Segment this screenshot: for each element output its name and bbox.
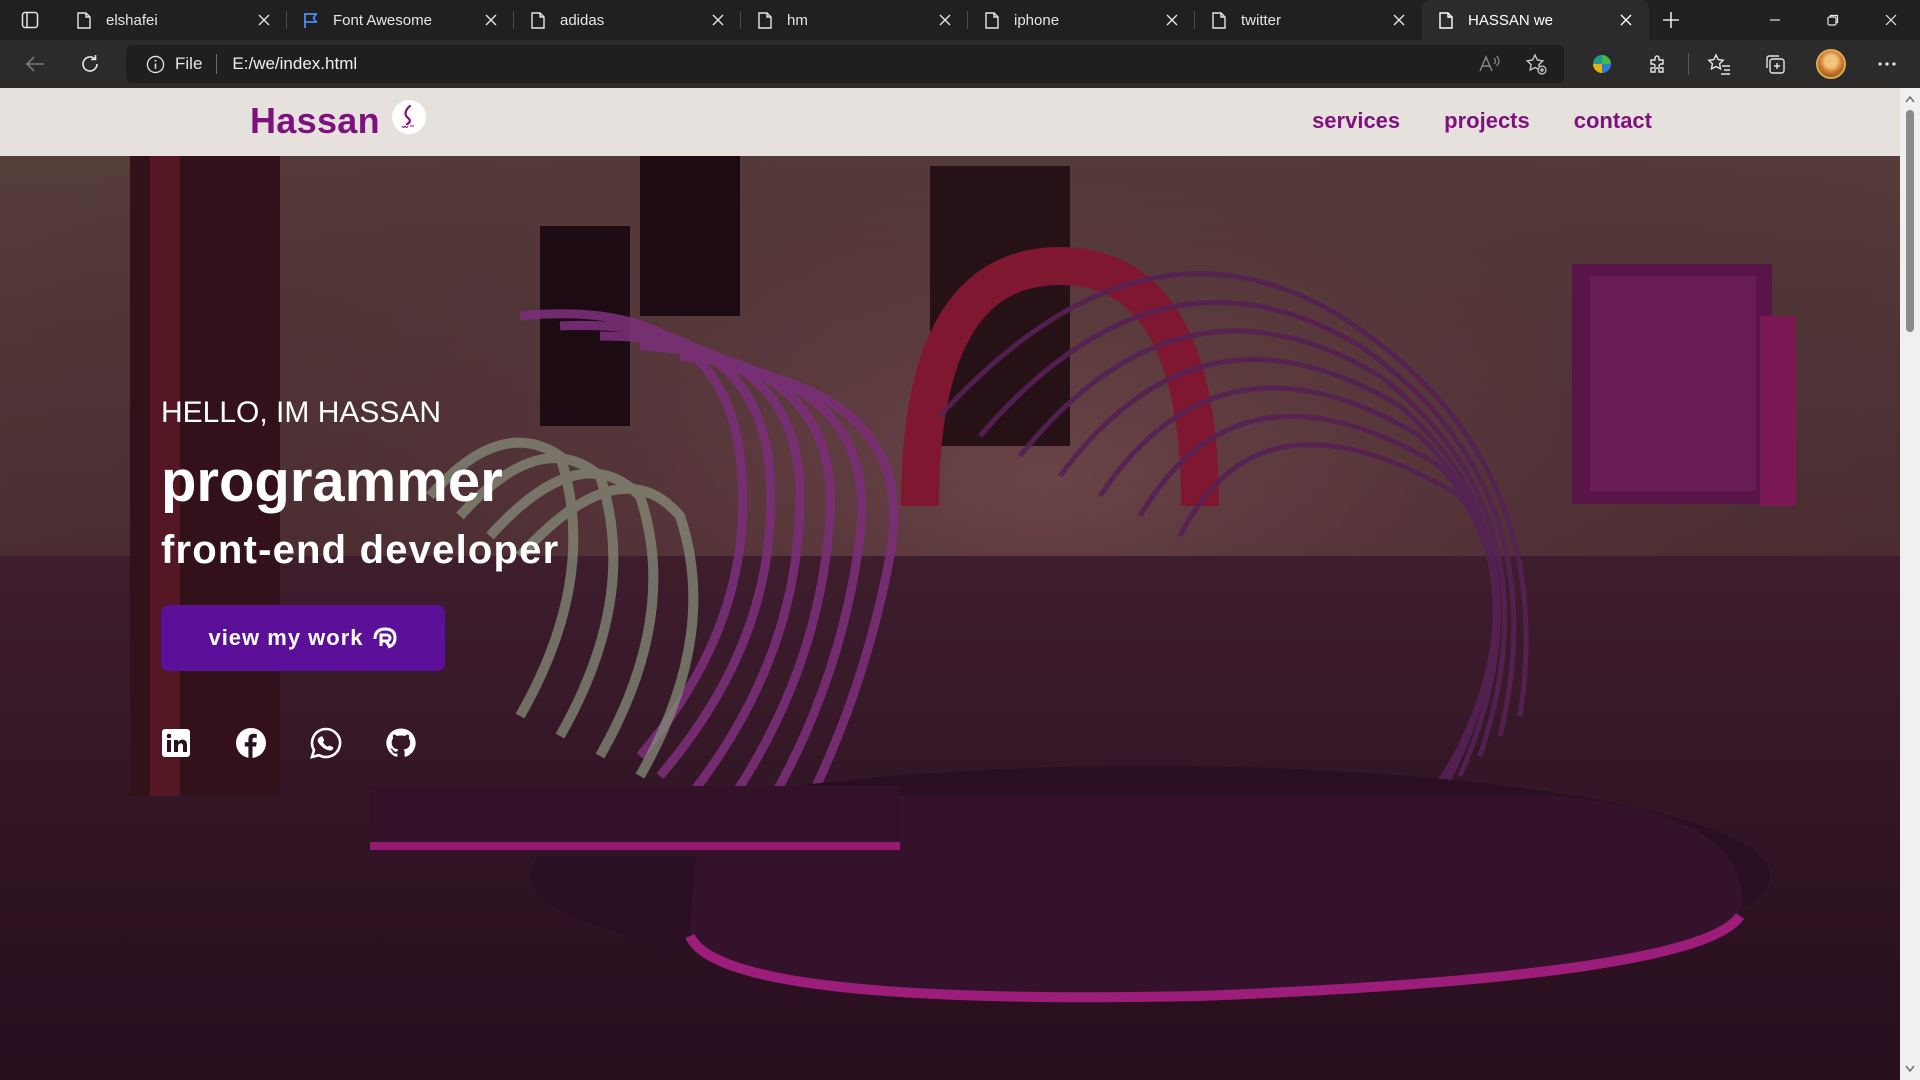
collections-icon bbox=[1766, 55, 1785, 74]
social-links bbox=[160, 727, 417, 759]
github-icon[interactable] bbox=[385, 727, 417, 759]
page-icon bbox=[1438, 11, 1454, 29]
page-icon bbox=[1211, 11, 1227, 29]
tab-font-awesome[interactable]: Font Awesome bbox=[287, 0, 514, 40]
tab-title: hm bbox=[787, 11, 808, 29]
main-nav: services projects contact bbox=[1312, 108, 1652, 134]
brand-name: Hassan bbox=[250, 100, 380, 141]
tab-hm[interactable]: hm bbox=[741, 0, 968, 40]
favorites-button[interactable] bbox=[1691, 44, 1747, 84]
toolbar-divider bbox=[1688, 53, 1689, 75]
window-controls bbox=[1746, 0, 1920, 40]
minimize-icon bbox=[1770, 19, 1780, 21]
close-icon[interactable] bbox=[1390, 11, 1408, 29]
browser-tab-strip: elshafei Font Awesome adidas hm iphone t… bbox=[0, 0, 1920, 40]
more-horizontal-icon bbox=[1878, 62, 1896, 66]
page-icon bbox=[76, 11, 92, 29]
arrow-left-icon bbox=[25, 56, 44, 72]
close-icon[interactable] bbox=[936, 11, 954, 29]
page-icon bbox=[984, 11, 1000, 29]
page-icon bbox=[757, 11, 773, 29]
close-icon[interactable] bbox=[709, 11, 727, 29]
cta-label: view my work bbox=[208, 625, 364, 650]
scroll-up-icon[interactable] bbox=[1905, 94, 1915, 104]
tab-title: adidas bbox=[560, 11, 605, 29]
star-add-icon bbox=[1525, 53, 1547, 75]
close-icon[interactable] bbox=[1617, 11, 1635, 29]
page-viewport: Hassan services projects contact HELLO, … bbox=[0, 88, 1900, 1080]
tab-list: elshafei Font Awesome adidas hm iphone t… bbox=[60, 0, 1649, 40]
read-aloud-icon bbox=[1479, 55, 1500, 72]
tab-adidas[interactable]: adidas bbox=[514, 0, 741, 40]
browser-toolbar: File E:/we/index.html bbox=[0, 40, 1920, 88]
address-separator bbox=[216, 54, 218, 74]
favorites-icon bbox=[1707, 53, 1730, 75]
brand[interactable]: Hassan bbox=[250, 100, 426, 142]
we-logo-icon bbox=[391, 100, 426, 134]
tab-title: twitter bbox=[1241, 11, 1282, 29]
tab-hassan-we[interactable]: HASSAN we bbox=[1422, 0, 1649, 40]
info-icon bbox=[146, 55, 165, 73]
flag-icon bbox=[303, 11, 319, 29]
registered-icon bbox=[372, 627, 398, 649]
site-navbar: Hassan services projects contact bbox=[0, 88, 1900, 156]
page-scrollbar[interactable] bbox=[1900, 88, 1920, 1080]
extensions-button[interactable] bbox=[1630, 44, 1686, 84]
settings-more-button[interactable] bbox=[1859, 44, 1915, 84]
whatsapp-icon[interactable] bbox=[310, 727, 342, 759]
tab-title: HASSAN we bbox=[1468, 11, 1554, 29]
nav-link-projects[interactable]: projects bbox=[1444, 108, 1530, 134]
tab-elshafei[interactable]: elshafei bbox=[60, 0, 287, 40]
address-bar-actions bbox=[1474, 45, 1552, 83]
tab-twitter[interactable]: twitter bbox=[1195, 0, 1422, 40]
hero-section: HELLO, IM HASSAN programmer front-end de… bbox=[0, 156, 1900, 1080]
linkedin-icon[interactable] bbox=[160, 727, 192, 759]
plus-icon bbox=[1663, 12, 1679, 28]
close-icon[interactable] bbox=[482, 11, 500, 29]
reload-icon bbox=[82, 55, 98, 72]
read-aloud-button[interactable] bbox=[1474, 44, 1506, 84]
tab-actions-button[interactable] bbox=[0, 0, 60, 40]
toolbar-actions bbox=[1574, 40, 1915, 88]
new-tab-button[interactable] bbox=[1649, 0, 1693, 40]
restore-button[interactable] bbox=[1804, 0, 1862, 40]
close-icon[interactable] bbox=[1163, 11, 1181, 29]
page-icon bbox=[530, 11, 546, 29]
tab-title: elshafei bbox=[106, 11, 158, 29]
restore-icon bbox=[1827, 14, 1839, 26]
view-my-work-button[interactable]: view my work bbox=[161, 605, 445, 671]
hero-greeting: HELLO, IM HASSAN bbox=[161, 396, 442, 429]
profile-button[interactable] bbox=[1803, 44, 1859, 84]
add-favorite-button[interactable] bbox=[1520, 44, 1552, 84]
avatar bbox=[1816, 49, 1846, 79]
reload-button[interactable] bbox=[68, 44, 112, 84]
close-window-button[interactable] bbox=[1862, 0, 1920, 40]
close-icon[interactable] bbox=[255, 11, 273, 29]
tab-title: iphone bbox=[1014, 11, 1060, 29]
site-info-button[interactable]: File bbox=[146, 54, 232, 74]
address-bar[interactable]: File E:/we/index.html bbox=[126, 45, 1564, 83]
tab-actions-icon bbox=[21, 11, 39, 29]
nav-link-services[interactable]: services bbox=[1312, 108, 1400, 134]
browser-essentials-icon bbox=[1593, 55, 1611, 73]
hero-title: programmer bbox=[161, 449, 503, 514]
scroll-thumb[interactable] bbox=[1906, 110, 1914, 332]
minimize-button[interactable] bbox=[1746, 0, 1804, 40]
nav-link-contact[interactable]: contact bbox=[1574, 108, 1652, 134]
puzzle-icon bbox=[1650, 55, 1664, 73]
back-button[interactable] bbox=[13, 44, 57, 84]
tab-title: Font Awesome bbox=[333, 11, 432, 29]
scroll-down-icon[interactable] bbox=[1905, 1064, 1915, 1074]
close-icon bbox=[1885, 14, 1897, 26]
browser-essentials-button[interactable] bbox=[1574, 44, 1630, 84]
hero-subtitle: front-end developer bbox=[161, 528, 560, 572]
facebook-icon[interactable] bbox=[235, 727, 267, 759]
scheme-label: File bbox=[175, 54, 203, 73]
tab-iphone[interactable]: iphone bbox=[968, 0, 1195, 40]
collections-button[interactable] bbox=[1747, 44, 1803, 84]
url-text[interactable]: E:/we/index.html bbox=[232, 54, 357, 74]
